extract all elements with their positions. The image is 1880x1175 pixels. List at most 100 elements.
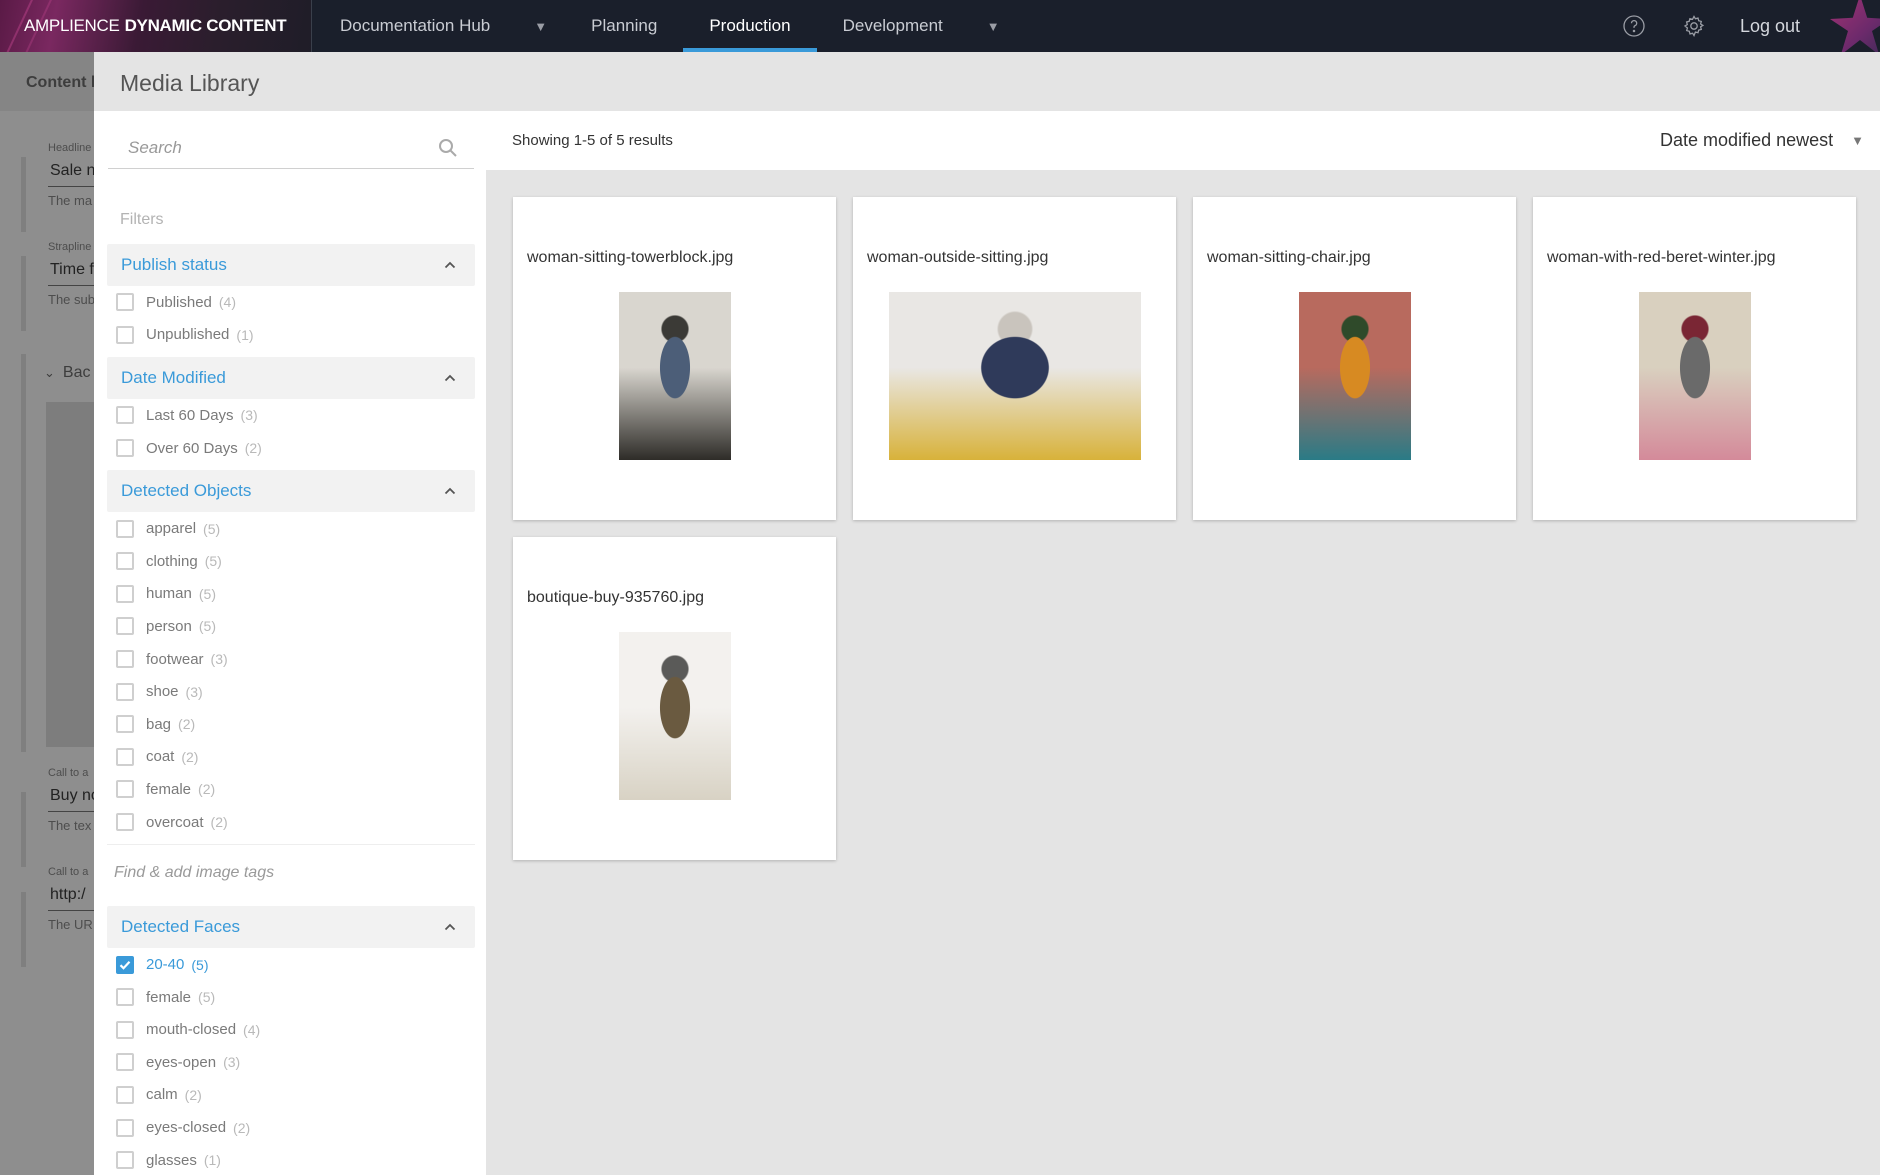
filter-option[interactable]: mouth-closed (4) [107,1014,475,1047]
checkbox[interactable] [116,325,134,344]
gear-icon[interactable] [1682,14,1706,38]
filter-option-count: (3) [185,683,203,700]
asset-filename: woman-sitting-towerblock.jpg [527,249,734,266]
checkbox[interactable] [116,650,134,669]
filter-option[interactable]: apparel (5) [107,512,475,545]
asset-thumbnail [1638,292,1751,460]
brand-logo[interactable]: AMPLIENCE DYNAMIC CONTENT [0,0,312,52]
brand-name-bold: DYNAMIC CONTENT [124,16,287,35]
filter-option[interactable]: calm (2) [107,1079,475,1112]
filter-group-header[interactable]: Detected Objects [107,470,475,513]
checkbox[interactable] [116,519,134,538]
filter-option-label: bag [146,715,172,733]
checkbox[interactable] [116,584,134,603]
checkbox[interactable] [116,439,134,458]
filter-option[interactable]: female (5) [107,981,475,1014]
search-icon[interactable] [436,136,460,160]
tag-search-box [107,844,475,900]
top-nav: AMPLIENCE DYNAMIC CONTENT Documentation H… [0,0,1880,52]
sort-dropdown[interactable]: Date modified newest ▼ [1660,130,1864,151]
background-section-label: Bac [62,364,91,381]
filter-option[interactable]: shoe (3) [107,675,475,708]
filter-option-count: (5) [191,956,209,973]
help-circle-icon[interactable] [1622,14,1646,38]
search-input[interactable] [108,137,436,158]
checkbox[interactable] [116,813,134,832]
filter-option[interactable]: Unpublished (1) [107,319,475,352]
background-page-overlay: Content l Headline Sale n The ma Strapli… [0,52,108,1175]
filter-option-count: (2) [178,716,196,733]
filter-option-label: Over 60 Days [146,439,238,457]
filter-option-label: Unpublished [146,326,230,344]
filter-option-label: glasses [146,1151,197,1169]
asset-card[interactable]: woman-sitting-towerblock.jpg [513,197,836,520]
filter-option-count: (3) [240,407,258,424]
hub-selector[interactable]: Documentation Hub [312,0,516,52]
checkbox[interactable] [116,1053,134,1072]
filter-option[interactable]: clothing (5) [107,545,475,578]
asset-thumbnail [1298,292,1411,460]
filter-group-header[interactable]: Publish status [107,244,475,286]
filter-option[interactable]: human (5) [107,578,475,611]
filter-option[interactable]: bag (2) [107,708,475,741]
filter-groups: Publish status Published (4) Unpublished (1)… [107,244,475,1175]
checkbox[interactable] [116,552,134,571]
logout-link[interactable]: Log out [1724,16,1830,37]
filter-group-title: Publish status [121,255,227,274]
filter-option[interactable]: overcoat (2) [107,806,475,839]
checkbox[interactable] [116,1151,134,1170]
checkbox[interactable] [116,1085,134,1104]
asset-grid: woman-sitting-towerblock.jpg woman-outsid… [513,197,1858,860]
filter-option[interactable]: person (5) [107,610,475,643]
chevron-up-icon[interactable] [443,258,457,272]
filter-option-label: mouth-closed [146,1021,237,1039]
checkbox[interactable] [116,406,134,425]
nav-tab-planning[interactable]: Planning [565,0,683,52]
filter-group-title: Date Modified [121,368,226,388]
filter-option-count: (2) [244,440,262,457]
chevron-up-icon[interactable] [443,484,457,498]
development-dropdown-caret-icon[interactable]: ▼ [969,0,1018,52]
filter-option[interactable]: female (2) [107,773,475,806]
filter-option[interactable]: coat (2) [107,741,475,774]
checkbox-checked[interactable] [116,955,134,974]
filter-option[interactable]: glasses (1) [107,1144,475,1175]
hub-dropdown-caret-icon[interactable]: ▼ [516,0,565,52]
tag-search-input[interactable] [114,863,414,882]
filter-option-count: (2) [210,814,228,831]
checkbox[interactable] [116,988,134,1007]
asset-thumbnail [618,292,731,460]
checkbox[interactable] [116,617,134,636]
filter-option[interactable]: Over 60 Days (2) [107,432,475,465]
asset-card[interactable]: woman-with-red-beret-winter.jpg [1533,197,1856,520]
filter-option[interactable]: eyes-closed (2) [107,1111,475,1144]
filter-option[interactable]: Last 60 Days (3) [107,399,475,432]
filter-group-header[interactable]: Detected Faces [107,906,475,949]
checkbox[interactable] [116,682,134,701]
filter-group-header[interactable]: Date Modified [107,357,475,400]
filter-option[interactable]: eyes-open (3) [107,1046,475,1079]
filter-option[interactable]: footwear (3) [107,643,475,676]
chevron-up-icon[interactable] [443,920,457,934]
results-toolbar: Showing 1-5 of 5 results Date modified n… [486,111,1880,170]
checkbox[interactable] [116,293,134,312]
modal-title: Media Library [120,70,260,96]
nav-tab-development[interactable]: Development [817,0,969,52]
asset-card[interactable]: woman-sitting-chair.jpg [1193,197,1516,520]
checkbox[interactable] [116,715,134,734]
filter-option-count: (3) [210,651,228,668]
chevron-up-icon[interactable] [443,371,457,385]
checkbox[interactable] [116,1118,134,1137]
asset-filename: woman-outside-sitting.jpg [867,249,1049,266]
checkbox[interactable] [116,747,134,766]
filter-option[interactable]: Published (4) [107,286,475,319]
filter-option[interactable]: 20-40 (5) [107,948,475,981]
filters-label: Filters [120,211,164,228]
asset-card[interactable]: woman-outside-sitting.jpg [853,197,1176,520]
background-field-bar [21,792,26,867]
hub-name: Documentation Hub [340,16,491,35]
asset-card[interactable]: boutique-buy-935760.jpg [513,537,836,860]
nav-tab-production[interactable]: Production [683,0,817,52]
checkbox[interactable] [116,1020,134,1039]
checkbox[interactable] [116,780,134,799]
